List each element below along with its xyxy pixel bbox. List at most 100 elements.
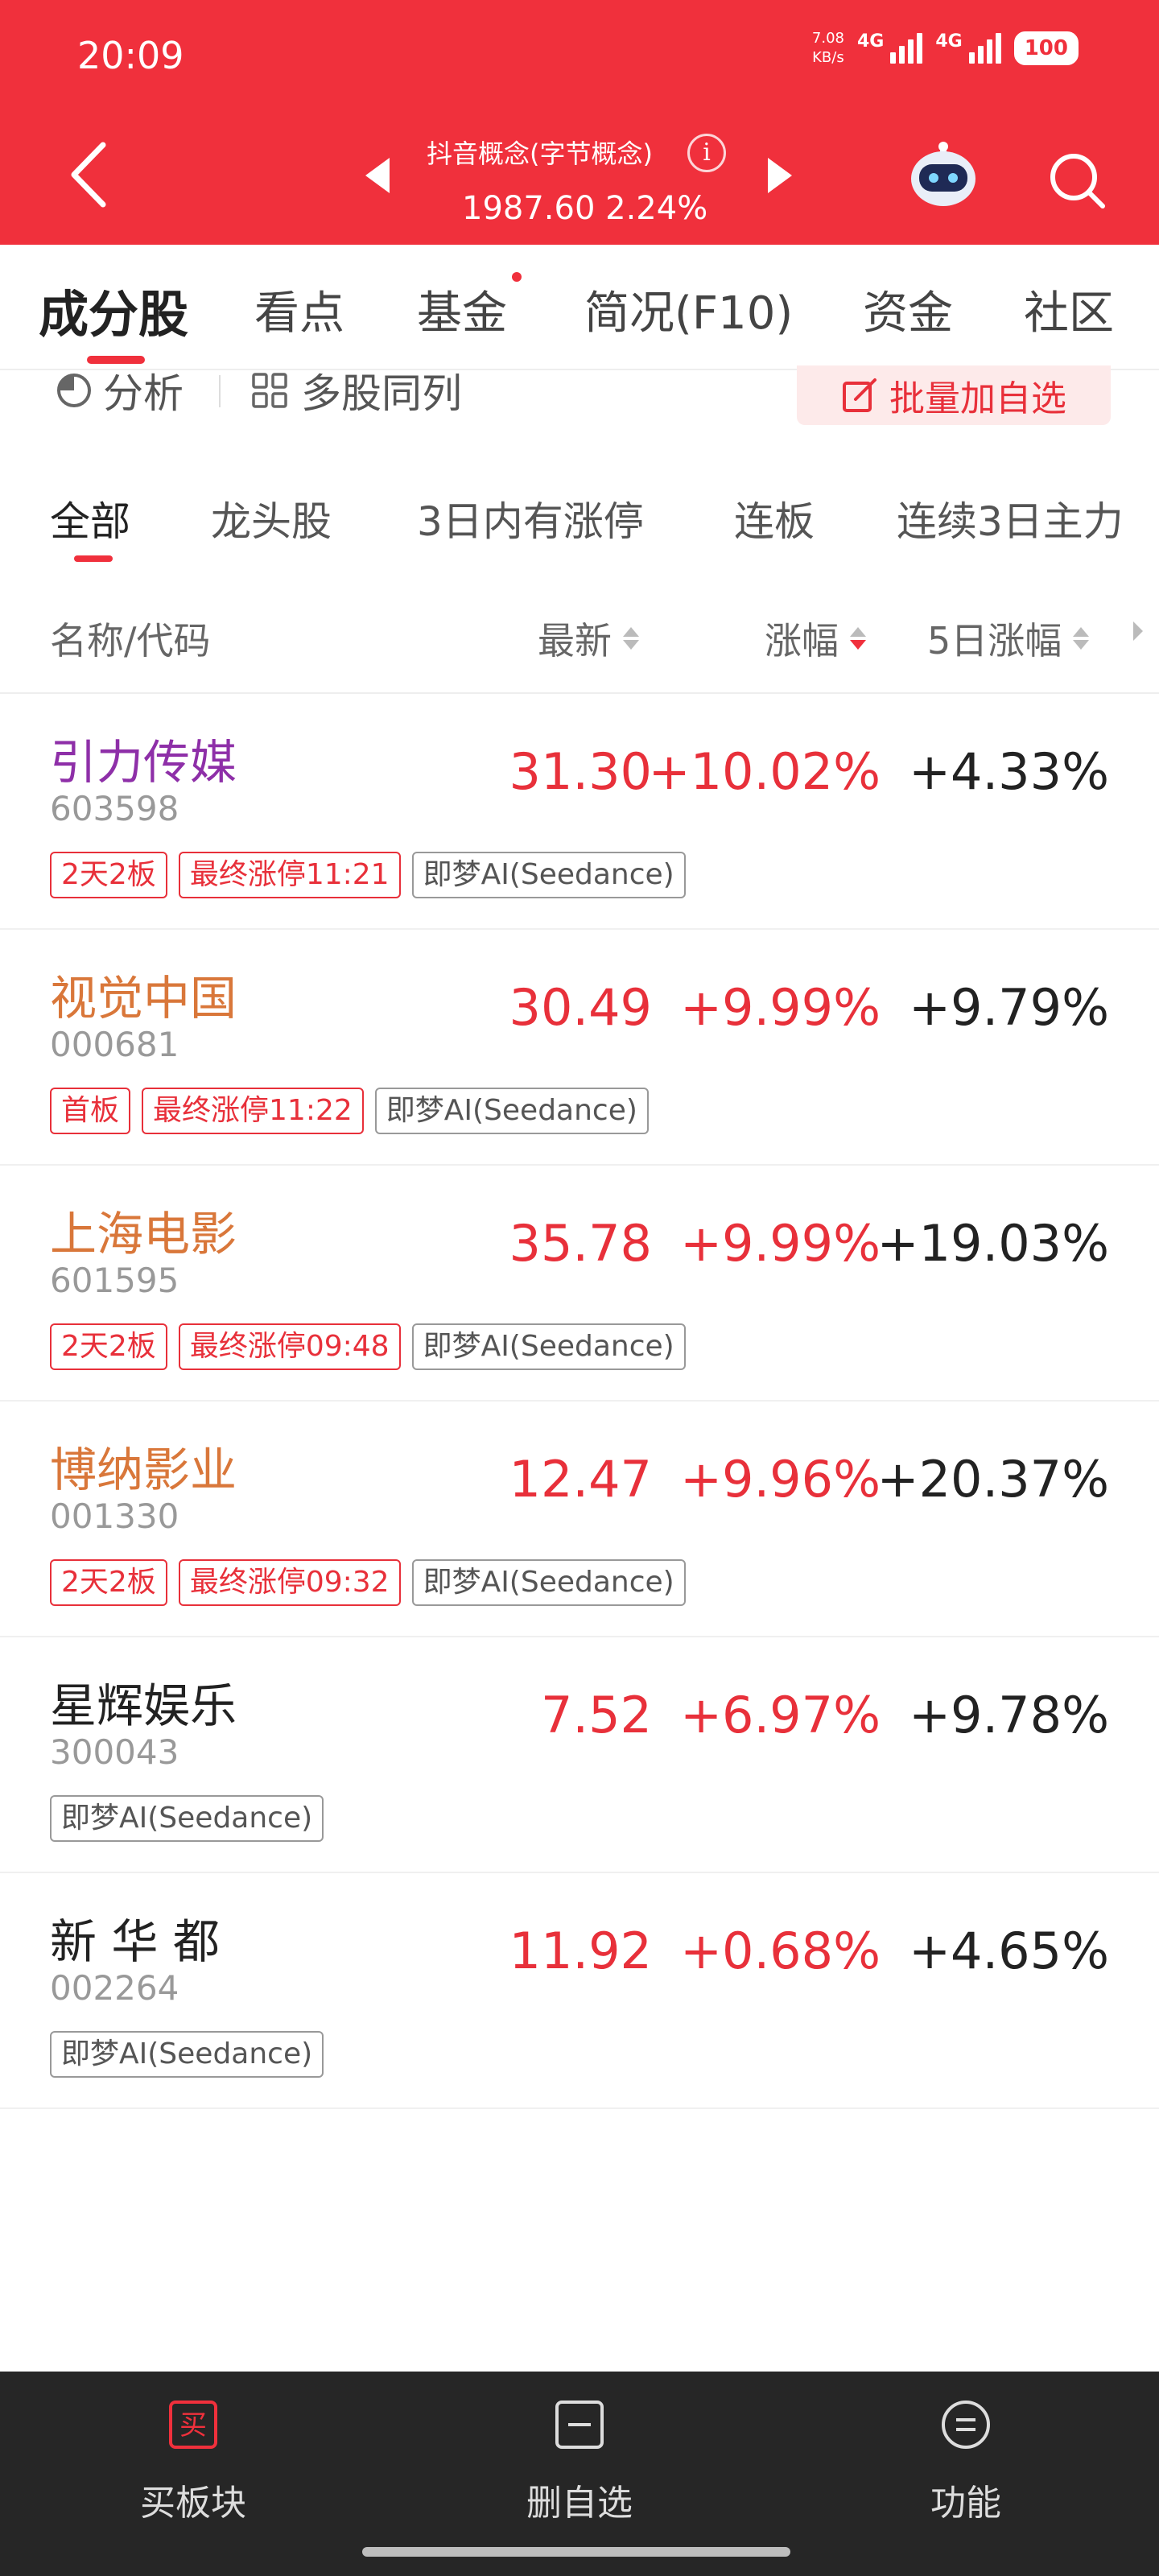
sort-icon (1073, 627, 1090, 650)
stock-tag[interactable]: 2天2板 (50, 852, 167, 898)
home-indicator[interactable] (362, 2547, 790, 2557)
stock-price: 7.52 (540, 1686, 652, 1744)
info-icon[interactable]: i (687, 134, 726, 172)
stock-five-day-change: +20.37% (876, 1450, 1109, 1509)
col-five-day[interactable]: 5日涨幅 (927, 612, 1090, 665)
analysis-label: 分析 (103, 370, 184, 417)
filter-leaders[interactable]: 龙头股 (211, 489, 332, 547)
column-header: 名称/代码 最新 涨幅 5日涨幅 (0, 597, 1159, 694)
multi-stock-label: 多股同列 (301, 370, 462, 417)
stock-change: +9.96% (680, 1450, 881, 1509)
divider (219, 375, 221, 407)
col-change-label: 涨幅 (765, 619, 839, 663)
signal-label-1: 4G (856, 31, 885, 52)
stock-row[interactable]: 新 华 都 002264 即梦AI(Seedance) 11.92 +0.68%… (0, 1873, 1159, 2109)
stock-tag[interactable]: 2天2板 (50, 1559, 167, 1606)
stock-code: 603598 (50, 789, 179, 828)
grid-icon (252, 373, 287, 408)
col-change[interactable]: 涨幅 (765, 612, 866, 665)
stock-row[interactable]: 引力传媒 603598 2天2板 最终涨停11:21 即梦AI(Seedance) … (0, 694, 1159, 930)
filter-main-force-3d[interactable]: 连续3日主力 (897, 489, 1124, 547)
stock-tag[interactable]: 2天2板 (50, 1323, 167, 1370)
stock-row[interactable]: 上海电影 601595 2天2板 最终涨停09:48 即梦AI(Seedance) … (0, 1166, 1159, 1402)
signal-label-2: 4G (935, 31, 963, 52)
stock-row[interactable]: 星辉娱乐 300043 即梦AI(Seedance) 7.52 +6.97% +… (0, 1637, 1159, 1873)
stock-tags: 即梦AI(Seedance) (50, 2031, 324, 2078)
stock-change: +9.99% (680, 978, 881, 1037)
stock-tag[interactable]: 即梦AI(Seedance) (411, 1559, 686, 1606)
stock-tag[interactable]: 即梦AI(Seedance) (50, 1795, 324, 1842)
analysis-button[interactable]: 分析 (55, 370, 184, 417)
stock-tags: 2天2板 最终涨停11:21 即梦AI(Seedance) (50, 852, 686, 898)
toolbar: 分析 多股同列 批量加自选 (0, 365, 1159, 451)
tab-funds[interactable]: 基金 (417, 277, 507, 342)
stock-tag[interactable]: 最终涨停09:48 (178, 1323, 401, 1370)
buy-icon: 买 (169, 2401, 217, 2449)
stock-tag[interactable]: 首板 (50, 1088, 131, 1134)
edit-icon (843, 378, 876, 412)
signal-icon-2: 4G (935, 31, 1001, 64)
filter-tab-bar: 全部 龙头股 3日内有涨停 连板 连续3日主力 (0, 480, 1159, 568)
stock-name: 星辉娱乐 (50, 1678, 237, 1733)
buy-sector-button[interactable]: 买 买板块 (72, 2399, 314, 2525)
chevron-right-icon[interactable] (1133, 621, 1143, 641)
tab-overview-f10[interactable]: 简况(F10) (584, 277, 793, 342)
stock-code: 601595 (50, 1261, 179, 1300)
remove-watchlist-button[interactable]: 删自选 (459, 2399, 700, 2525)
tab-highlights[interactable]: 看点 (254, 277, 344, 342)
svg-text:买: 买 (179, 2409, 207, 2442)
search-icon[interactable] (1046, 150, 1107, 211)
stock-name: 视觉中国 (50, 971, 237, 1026)
filter-active-indicator (74, 555, 113, 562)
stock-five-day-change: +4.33% (909, 742, 1109, 801)
stock-price: 35.78 (509, 1214, 653, 1273)
stock-row[interactable]: 视觉中国 000681 首板 最终涨停11:22 即梦AI(Seedance) 30… (0, 930, 1159, 1166)
batch-add-watchlist-button[interactable]: 批量加自选 (797, 365, 1111, 425)
tab-community[interactable]: 社区 (1024, 277, 1114, 342)
sort-icon (623, 627, 639, 650)
network-speed-unit: KB/s (812, 49, 844, 66)
functions-button[interactable]: 功能 (845, 2399, 1087, 2525)
stock-tag[interactable]: 即梦AI(Seedance) (50, 2031, 324, 2078)
prev-sector-icon[interactable] (365, 158, 390, 193)
stock-change: +9.99% (680, 1214, 881, 1273)
col-name-label: 名称/代码 (50, 619, 211, 663)
stock-change: +10.02% (648, 742, 881, 801)
multi-stock-button[interactable]: 多股同列 (251, 370, 462, 417)
stock-five-day-change: +9.79% (909, 978, 1109, 1037)
filter-limit-up-3d[interactable]: 3日内有涨停 (417, 489, 644, 547)
network-speed-value: 7.08 (811, 30, 844, 47)
stock-five-day-change: +19.03% (876, 1214, 1109, 1273)
battery-icon: 100 (1013, 31, 1079, 65)
stock-row[interactable]: 博纳影业 001330 2天2板 最终涨停09:32 即梦AI(Seedance) … (0, 1402, 1159, 1637)
robot-assistant-icon[interactable] (908, 142, 979, 209)
stock-name: 博纳影业 (50, 1443, 237, 1497)
stock-tag[interactable]: 最终涨停11:22 (142, 1088, 364, 1134)
sort-desc-icon (850, 627, 866, 650)
stock-five-day-change: +4.65% (909, 1922, 1109, 1980)
col-price[interactable]: 最新 (538, 612, 639, 665)
stock-name: 新 华 都 (50, 1914, 220, 1969)
stock-price: 11.92 (509, 1922, 653, 1980)
filter-consecutive[interactable]: 连板 (734, 489, 815, 547)
tab-constituents[interactable]: 成分股 (39, 274, 188, 346)
batch-add-label: 批量加自选 (889, 378, 1066, 419)
stock-name: 引力传媒 (50, 735, 237, 790)
signal-icon: 4G (856, 31, 923, 64)
stock-list: 引力传媒 603598 2天2板 最终涨停11:21 即梦AI(Seedance) … (0, 694, 1159, 2109)
stock-tag[interactable]: 最终涨停09:32 (178, 1559, 401, 1606)
tab-capital[interactable]: 资金 (863, 277, 953, 342)
status-time: 20:09 (77, 34, 184, 77)
stock-tag[interactable]: 即梦AI(Seedance) (374, 1088, 649, 1134)
next-sector-icon[interactable] (768, 158, 792, 193)
stock-tag[interactable]: 即梦AI(Seedance) (411, 852, 686, 898)
stock-tag[interactable]: 最终涨停11:21 (178, 852, 401, 898)
stock-code: 300043 (50, 1732, 179, 1772)
app-header: 20:09 7.08 KB/s 4G 4G 100 抖音概念(字节概念) i 1… (0, 0, 1159, 245)
col-price-label: 最新 (538, 619, 612, 663)
filter-all[interactable]: 全部 (50, 489, 130, 547)
stock-tag[interactable]: 即梦AI(Seedance) (411, 1323, 686, 1370)
stock-change: +6.97% (680, 1686, 881, 1744)
sector-title: 抖音概念(字节概念) (427, 138, 653, 169)
back-arrow-icon[interactable] (66, 138, 111, 211)
